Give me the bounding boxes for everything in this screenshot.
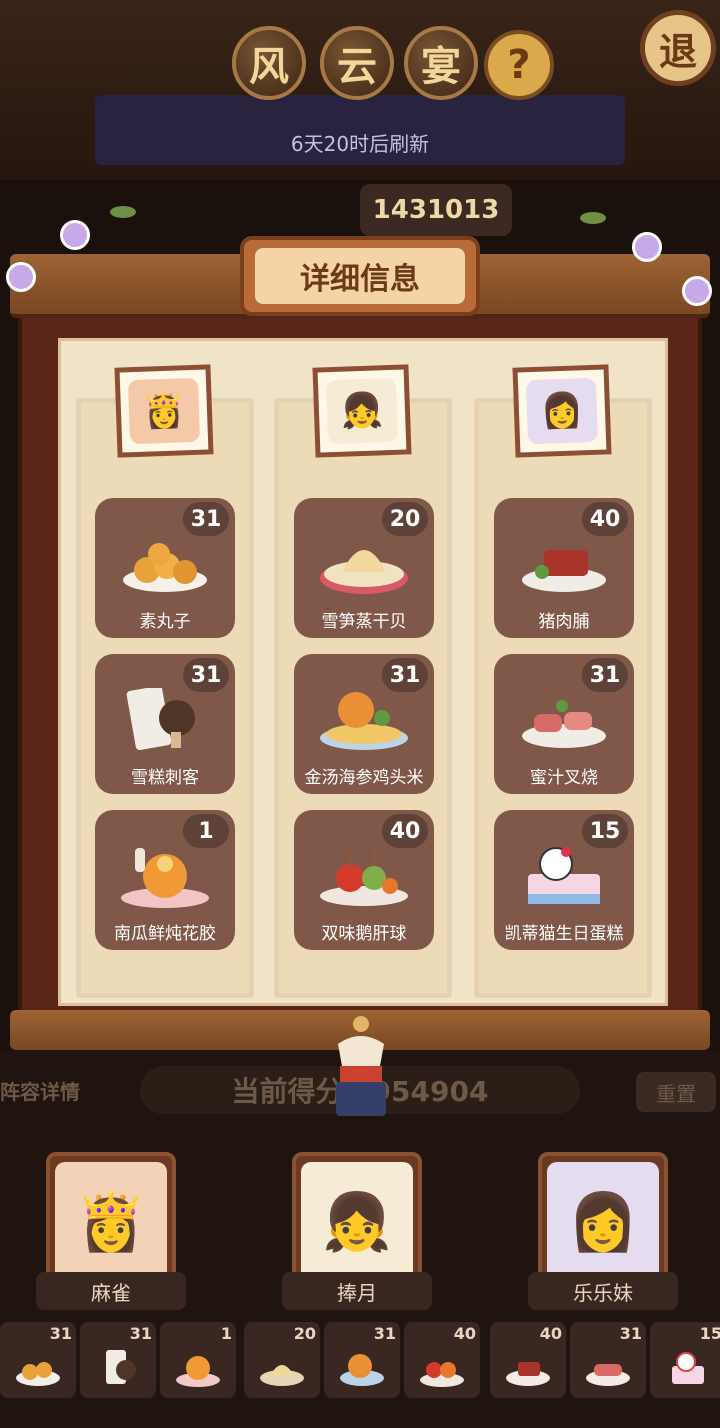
slot-count: 31 — [373, 1324, 396, 1343]
panel-title: 详细信息 — [255, 248, 465, 304]
ice-cream-icon — [126, 688, 195, 751]
character-portrait-icon: 👧 — [325, 377, 399, 445]
character-portrait-icon: 👸 — [55, 1162, 167, 1282]
title-char-2: 云 — [320, 26, 394, 100]
refresh-timer: 6天20时后刷新 — [290, 132, 430, 156]
slot-count: 31 — [129, 1324, 152, 1343]
dish-card[interactable]: 31 蜜汁叉烧 — [494, 654, 634, 794]
dumpling-plate-icon — [16, 1362, 60, 1386]
dish-card[interactable]: 31 金汤海参鸡头米 — [294, 654, 434, 794]
slot-count: 15 — [699, 1324, 720, 1343]
dish-name: 雪糕刺客 — [131, 768, 199, 788]
dish-card[interactable]: 15 凯蒂猫生日蛋糕 — [494, 810, 634, 950]
slot-count: 31 — [49, 1324, 72, 1343]
ice-cream-icon — [106, 1350, 136, 1384]
birthday-cake-icon — [672, 1352, 704, 1384]
dumpling-plate-icon — [123, 543, 207, 592]
dish-name: 金汤海参鸡头米 — [304, 768, 424, 788]
dish-card[interactable]: 40 猪肉脯 — [494, 498, 634, 638]
dish-slot[interactable]: 31 — [80, 1322, 156, 1398]
title-char-1: 风 — [232, 26, 306, 100]
slot-count: 1 — [220, 1324, 232, 1343]
dish-name: 南瓜鲜炖花胶 — [114, 924, 216, 944]
leaf-icon — [110, 206, 136, 218]
slot-count: 20 — [293, 1324, 316, 1343]
golden-soup-icon — [340, 1354, 384, 1386]
dish-count: 31 — [382, 658, 428, 692]
character-portrait-icon: 👩 — [525, 377, 599, 445]
member-name-2: 捧月 — [282, 1272, 432, 1310]
dish-slot[interactable]: 20 — [244, 1322, 320, 1398]
member-portrait-1[interactable]: 👸 — [46, 1152, 176, 1292]
char-siu-icon — [586, 1364, 630, 1386]
golden-soup-icon — [320, 692, 408, 750]
dish-card[interactable]: 1 南瓜鲜炖花胶 — [95, 810, 235, 950]
jerky-plate-icon — [506, 1362, 550, 1386]
flower-icon — [6, 262, 36, 292]
dish-count: 40 — [582, 502, 628, 536]
foie-gras-ball-icon — [320, 848, 408, 906]
dish-card[interactable]: 31 素丸子 — [95, 498, 235, 638]
character-portrait-1: 👸 — [114, 364, 214, 458]
reset-button[interactable]: 重置 — [636, 1072, 716, 1112]
steamed-scallop-icon — [320, 550, 408, 594]
member-name-1: 麻雀 — [36, 1272, 186, 1310]
dish-name: 猪肉脯 — [538, 612, 590, 632]
character-portrait-2: 👧 — [312, 364, 412, 458]
pumpkin-stew-icon — [121, 848, 209, 908]
dish-count: 31 — [183, 658, 229, 692]
slot-count: 40 — [539, 1324, 562, 1343]
dish-card[interactable]: 31 雪糕刺客 — [95, 654, 235, 794]
flower-icon — [682, 276, 712, 306]
dish-slot[interactable]: 31 — [324, 1322, 400, 1398]
foie-gras-ball-icon — [420, 1362, 464, 1387]
birthday-cake-icon — [528, 847, 600, 904]
dish-slot[interactable]: 1 — [160, 1322, 236, 1398]
dish-name: 蜜汁叉烧 — [530, 768, 598, 788]
dish-count: 15 — [582, 814, 628, 848]
back-button[interactable]: 退 — [640, 10, 716, 86]
character-portrait-3: 👩 — [512, 364, 612, 458]
flower-icon — [632, 232, 662, 262]
help-button[interactable]: ? — [484, 30, 554, 100]
jerky-plate-icon — [522, 550, 606, 592]
slot-count: 31 — [619, 1324, 642, 1343]
character-portrait-icon: 👩 — [547, 1162, 659, 1282]
dish-slot[interactable]: 15 — [650, 1322, 720, 1398]
dish-card[interactable]: 20 雪笋蒸干贝 — [294, 498, 434, 638]
tassel-ornament-icon — [336, 1016, 386, 1116]
dish-name: 素丸子 — [139, 612, 191, 632]
dish-slot[interactable]: 31 — [0, 1322, 76, 1398]
char-siu-icon — [522, 700, 606, 748]
member-name-3: 乐乐妹 — [528, 1272, 678, 1310]
dish-name: 凯蒂猫生日蛋糕 — [504, 924, 624, 944]
dish-slot[interactable]: 40 — [490, 1322, 566, 1398]
dish-slot[interactable]: 40 — [404, 1322, 480, 1398]
member-portrait-3[interactable]: 👩 — [538, 1152, 668, 1292]
steamed-scallop-icon — [260, 1365, 304, 1386]
flower-icon — [60, 220, 90, 250]
dish-slot[interactable]: 31 — [570, 1322, 646, 1398]
character-portrait-icon: 👧 — [301, 1162, 413, 1282]
character-portrait-icon: 👸 — [127, 377, 201, 445]
dish-card[interactable]: 40 双味鹅肝球 — [294, 810, 434, 950]
slot-count: 40 — [453, 1324, 476, 1343]
pumpkin-stew-icon — [176, 1356, 220, 1387]
dish-name: 雪笋蒸干贝 — [321, 612, 407, 632]
dish-count: 1 — [183, 814, 229, 848]
member-portrait-2[interactable]: 👧 — [292, 1152, 422, 1292]
dish-count: 31 — [582, 658, 628, 692]
top-score: 1431013 — [360, 184, 512, 236]
title-char-3: 宴 — [404, 26, 478, 100]
lineup-label: 阵容详情 — [0, 1080, 80, 1104]
dish-count: 40 — [382, 814, 428, 848]
dish-count: 20 — [382, 502, 428, 536]
leaf-icon — [580, 212, 606, 224]
panel-heading: 详细信息 — [240, 236, 480, 316]
dish-count: 31 — [183, 502, 229, 536]
dish-name: 双味鹅肝球 — [321, 924, 407, 944]
